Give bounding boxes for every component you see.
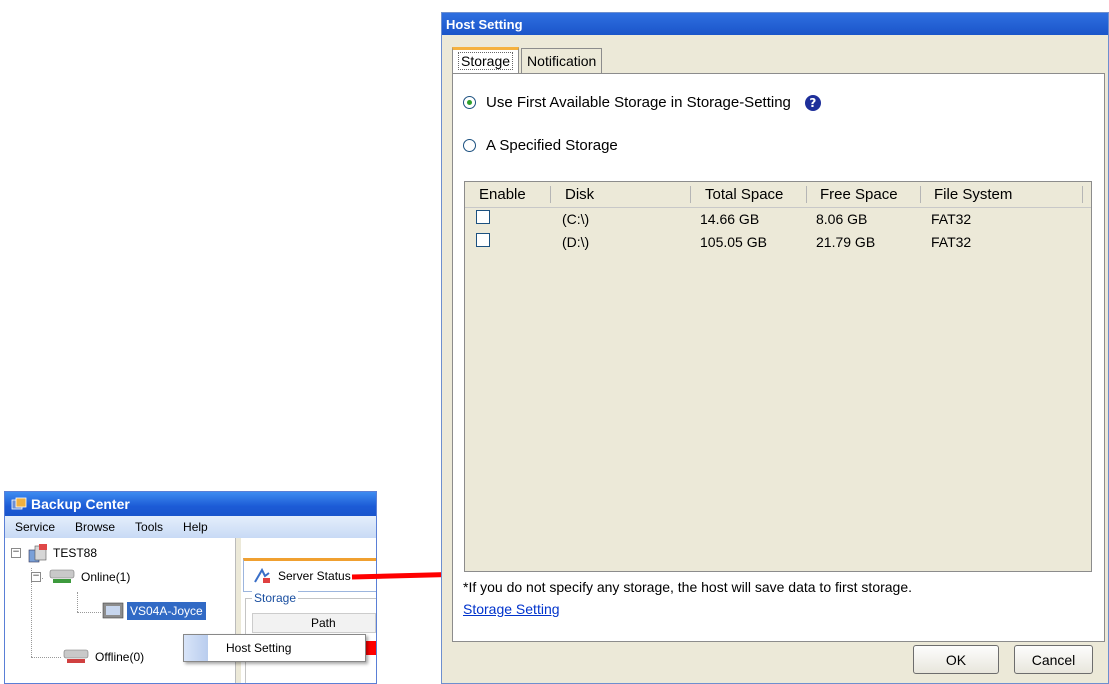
tab-notification[interactable]: Notification bbox=[521, 48, 603, 73]
menu-tools[interactable]: Tools bbox=[125, 520, 173, 534]
row-disk: (C:\) bbox=[562, 211, 590, 227]
row-total: 105.05 GB bbox=[700, 234, 767, 250]
server-status-label: Server Status bbox=[278, 569, 351, 583]
backup-center-titlebar[interactable]: Backup Center bbox=[5, 492, 376, 516]
menu-help[interactable]: Help bbox=[173, 520, 218, 534]
dialog-title: Host Setting bbox=[446, 16, 523, 32]
path-column-header[interactable]: Path bbox=[252, 613, 376, 633]
network-online-icon bbox=[49, 569, 75, 583]
option-first-label: Use First Available Storage in Storage-S… bbox=[486, 94, 791, 111]
context-menu: Host Setting bbox=[183, 634, 366, 662]
context-menu-host-setting[interactable]: Host Setting bbox=[226, 641, 291, 655]
tree-host-label: VS04A-Joyce bbox=[127, 602, 206, 620]
storage-group-legend: Storage bbox=[252, 591, 299, 605]
enable-checkbox[interactable] bbox=[476, 233, 490, 247]
server-status-pane: Server Status Storage Path bbox=[241, 538, 376, 683]
cancel-button[interactable]: Cancel bbox=[1014, 645, 1093, 674]
tree-offline-label: Offline(0) bbox=[95, 650, 145, 664]
help-icon[interactable]: ? bbox=[804, 94, 821, 111]
host-setting-dialog: Host Setting Storage Notification Use Fi… bbox=[441, 12, 1109, 684]
tree-node-online[interactable]: − Online(1) bbox=[31, 568, 130, 586]
col-enable[interactable]: Enable bbox=[479, 186, 526, 203]
context-menu-gutter bbox=[184, 635, 208, 661]
row-total: 14.66 GB bbox=[700, 211, 760, 227]
option-specified-label: A Specified Storage bbox=[486, 137, 618, 154]
tab-storage-label: Storage bbox=[458, 52, 514, 70]
collapse-icon[interactable]: − bbox=[31, 572, 41, 582]
enable-checkbox[interactable] bbox=[476, 210, 490, 224]
storage-panel: Use First Available Storage in Storage-S… bbox=[452, 73, 1105, 642]
radio-specified[interactable] bbox=[463, 139, 476, 152]
row-fs: FAT32 bbox=[931, 234, 972, 250]
tree-online-label: Online(1) bbox=[81, 570, 131, 584]
backup-center-app-icon bbox=[11, 497, 27, 510]
row-fs: FAT32 bbox=[931, 211, 972, 227]
row-disk: (D:\) bbox=[562, 234, 590, 250]
tree-root-label: TEST88 bbox=[53, 546, 98, 560]
menu-browse[interactable]: Browse bbox=[65, 520, 125, 534]
option-specified[interactable]: A Specified Storage bbox=[463, 137, 618, 154]
server-status-icon bbox=[254, 567, 270, 583]
ok-button[interactable]: OK bbox=[913, 645, 999, 674]
option-first-available[interactable]: Use First Available Storage in Storage-S… bbox=[463, 94, 821, 111]
storage-setting-link[interactable]: Storage Setting bbox=[463, 601, 560, 617]
tree-node-offline[interactable]: Offline(0) bbox=[61, 648, 144, 666]
storage-table: Enable Disk Total Space Free Space File … bbox=[464, 181, 1092, 572]
server-group-icon bbox=[28, 544, 47, 563]
host-computer-icon bbox=[102, 602, 124, 619]
row-free: 8.06 GB bbox=[816, 211, 868, 227]
backup-center-menubar: Service Browse Tools Help bbox=[5, 516, 376, 539]
col-free-space[interactable]: Free Space bbox=[820, 186, 898, 203]
highlight-marker bbox=[365, 641, 376, 655]
backup-center-title: Backup Center bbox=[31, 496, 130, 512]
table-row[interactable]: (D:\) 105.05 GB 21.79 GB FAT32 bbox=[465, 232, 1091, 254]
host-tree: − TEST88 − Online(1) VS04A-Joyce Offline… bbox=[5, 538, 235, 683]
tree-node-root[interactable]: − TEST88 bbox=[11, 542, 97, 564]
col-disk[interactable]: Disk bbox=[565, 186, 594, 203]
collapse-icon[interactable]: − bbox=[11, 548, 21, 558]
col-total-space[interactable]: Total Space bbox=[705, 186, 783, 203]
dialog-titlebar[interactable]: Host Setting bbox=[442, 13, 1108, 35]
storage-note: *If you do not specify any storage, the … bbox=[463, 579, 913, 595]
radio-first-available[interactable] bbox=[463, 96, 476, 109]
table-row[interactable]: (C:\) 14.66 GB 8.06 GB FAT32 bbox=[465, 209, 1091, 231]
network-offline-icon bbox=[63, 649, 89, 663]
menu-service[interactable]: Service bbox=[5, 520, 65, 534]
dialog-tabs: Storage Notification bbox=[452, 46, 604, 73]
col-file-system[interactable]: File System bbox=[934, 186, 1012, 203]
table-header: Enable Disk Total Space Free Space File … bbox=[465, 182, 1091, 208]
path-header-label: Path bbox=[311, 616, 336, 630]
row-free: 21.79 GB bbox=[816, 234, 876, 250]
tree-node-host[interactable]: VS04A-Joyce bbox=[101, 600, 206, 622]
tab-storage[interactable]: Storage bbox=[452, 47, 520, 73]
tab-notification-label: Notification bbox=[527, 53, 597, 69]
